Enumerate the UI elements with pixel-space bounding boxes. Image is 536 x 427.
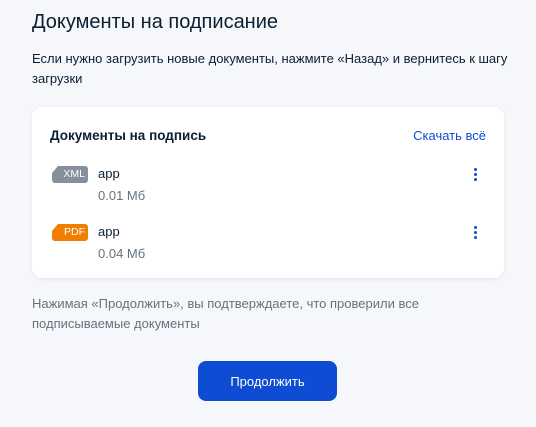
- file-row: PDF app 0.04 Мб: [50, 221, 486, 265]
- more-vertical-icon[interactable]: [468, 223, 482, 243]
- intro-text: Если нужно загрузить новые документы, на…: [32, 51, 508, 86]
- continue-button[interactable]: Продолжить: [198, 361, 337, 401]
- pdf-file-icon: PDF: [52, 224, 88, 241]
- file-name[interactable]: app: [98, 223, 120, 241]
- documents-card: Документы на подпись Скачать всё XML app…: [32, 107, 504, 278]
- file-size: 0.01 Мб: [98, 188, 146, 203]
- file-size: 0.04 Мб: [98, 246, 146, 261]
- xml-file-icon: XML: [52, 166, 88, 183]
- file-name[interactable]: app: [98, 165, 120, 183]
- confirm-text: Нажимая «Продолжить», вы подтверждаете, …: [32, 296, 419, 331]
- card-title: Документы на подпись: [50, 128, 207, 143]
- page-title: Документы на подписание: [32, 11, 279, 33]
- file-row: XML app 0.01 Мб: [50, 163, 486, 207]
- download-all-link[interactable]: Скачать всё: [413, 127, 486, 145]
- more-vertical-icon[interactable]: [468, 165, 482, 185]
